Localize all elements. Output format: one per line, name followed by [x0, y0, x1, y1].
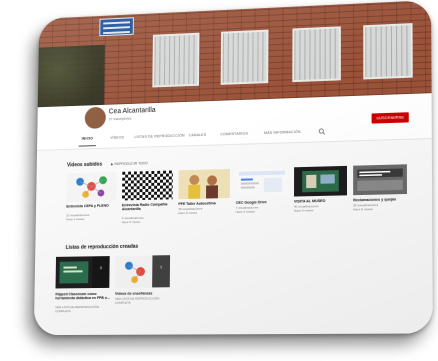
- playlist-thumbnail[interactable]: 1: [115, 255, 171, 288]
- window-image: [220, 29, 269, 85]
- window-image: [152, 32, 200, 88]
- video-title[interactable]: Entrevista CEPA y PLENO: [66, 204, 116, 209]
- playlist-title[interactable]: Vídeos de enseñanzas: [115, 291, 174, 296]
- video-thumbnail[interactable]: [66, 171, 117, 202]
- subscribe-button[interactable]: SUSCRIBIRSE: [371, 112, 409, 124]
- tab-about[interactable]: MÁS INFORMACIÓN: [264, 130, 301, 135]
- playlist-thumbnail[interactable]: 3: [55, 256, 110, 289]
- video-meta: 9 visualizaciones Hace 5 meses: [122, 216, 173, 224]
- playlists-section-title: Listas de reproducción creadas: [65, 243, 139, 251]
- play-all-label: REPRODUCIR TODO: [114, 161, 148, 167]
- search-icon[interactable]: [318, 128, 325, 136]
- tree-image: [37, 44, 105, 108]
- playlist-count: 1: [152, 255, 171, 288]
- video-thumbnail[interactable]: [353, 164, 408, 196]
- video-age: Hace 4 meses: [66, 216, 85, 221]
- tab-videos[interactable]: VÍDEOS: [110, 135, 124, 139]
- playlists-section: Listas de reproducción creadas 3 Flipped…: [33, 234, 433, 336]
- video-age: Hace 6 meses: [293, 207, 314, 213]
- video-thumbnail[interactable]: [235, 167, 289, 198]
- screenshot-stage: Cea Alcantarilla 37 suscriptores SUSCRIB…: [0, 0, 438, 361]
- video-meta: 26 visualizaciones Hace 6 meses: [353, 203, 407, 211]
- tab-channels[interactable]: CANALES: [189, 133, 206, 138]
- uploads-section-title: Videos subidos: [66, 161, 103, 169]
- video-title[interactable]: VISITA AL MUSEO: [294, 198, 347, 204]
- video-meta: 38 visualizaciones Hace 6 meses: [178, 207, 229, 215]
- video-title[interactable]: CEC Google Drive: [236, 200, 288, 206]
- video-title[interactable]: Entrevista Radio Compañía Alcantarilla: [122, 202, 173, 212]
- youtube-channel-page: Cea Alcantarilla 37 suscriptores SUSCRIB…: [33, 0, 433, 336]
- tab-playlists[interactable]: LISTAS DE REPRODUCCIÓN: [134, 134, 184, 140]
- window-image: [292, 26, 341, 83]
- video-age: Hace 6 meses: [353, 206, 373, 212]
- active-tab-indicator: [78, 145, 96, 147]
- video-title[interactable]: PFE Taller Autoestima: [178, 201, 229, 207]
- play-all-button[interactable]: ▶ REPRODUCIR TODO: [111, 161, 148, 166]
- view-full-playlist-link[interactable]: VER LISTA DE REPRODUCCIÓN COMPLETA: [115, 296, 174, 305]
- video-meta: 7 visualizaciones Hace 6 meses: [235, 205, 288, 214]
- channel-banner: [37, 0, 432, 108]
- video-meta: 22 visualizaciones Hace 4 meses: [66, 213, 116, 221]
- video-thumbnail[interactable]: [178, 168, 231, 200]
- video-thumbnail[interactable]: [294, 165, 348, 197]
- window-image: [363, 23, 413, 80]
- video-age: Hace 5 meses: [121, 219, 141, 224]
- tab-comments[interactable]: COMENTARIOS: [220, 132, 248, 137]
- video-age: Hace 6 meses: [235, 209, 255, 214]
- subscriber-count: 37 suscriptores: [108, 116, 132, 122]
- video-age: Hace 6 meses: [178, 210, 198, 215]
- playlist-title[interactable]: Flipped Classroom como herramienta didác…: [55, 292, 113, 301]
- tab-inicio[interactable]: INICIO: [82, 136, 93, 140]
- playlist-count: 3: [91, 256, 110, 289]
- video-thumbnail[interactable]: [122, 170, 173, 201]
- video-title[interactable]: Reclamaciones y quejas: [353, 197, 407, 203]
- video-meta: 40 visualizaciones Hace 6 meses: [294, 204, 347, 212]
- view-full-playlist-link[interactable]: VER LISTA DE REPRODUCCIÓN COMPLETA: [55, 305, 113, 314]
- building-sign: [99, 17, 134, 37]
